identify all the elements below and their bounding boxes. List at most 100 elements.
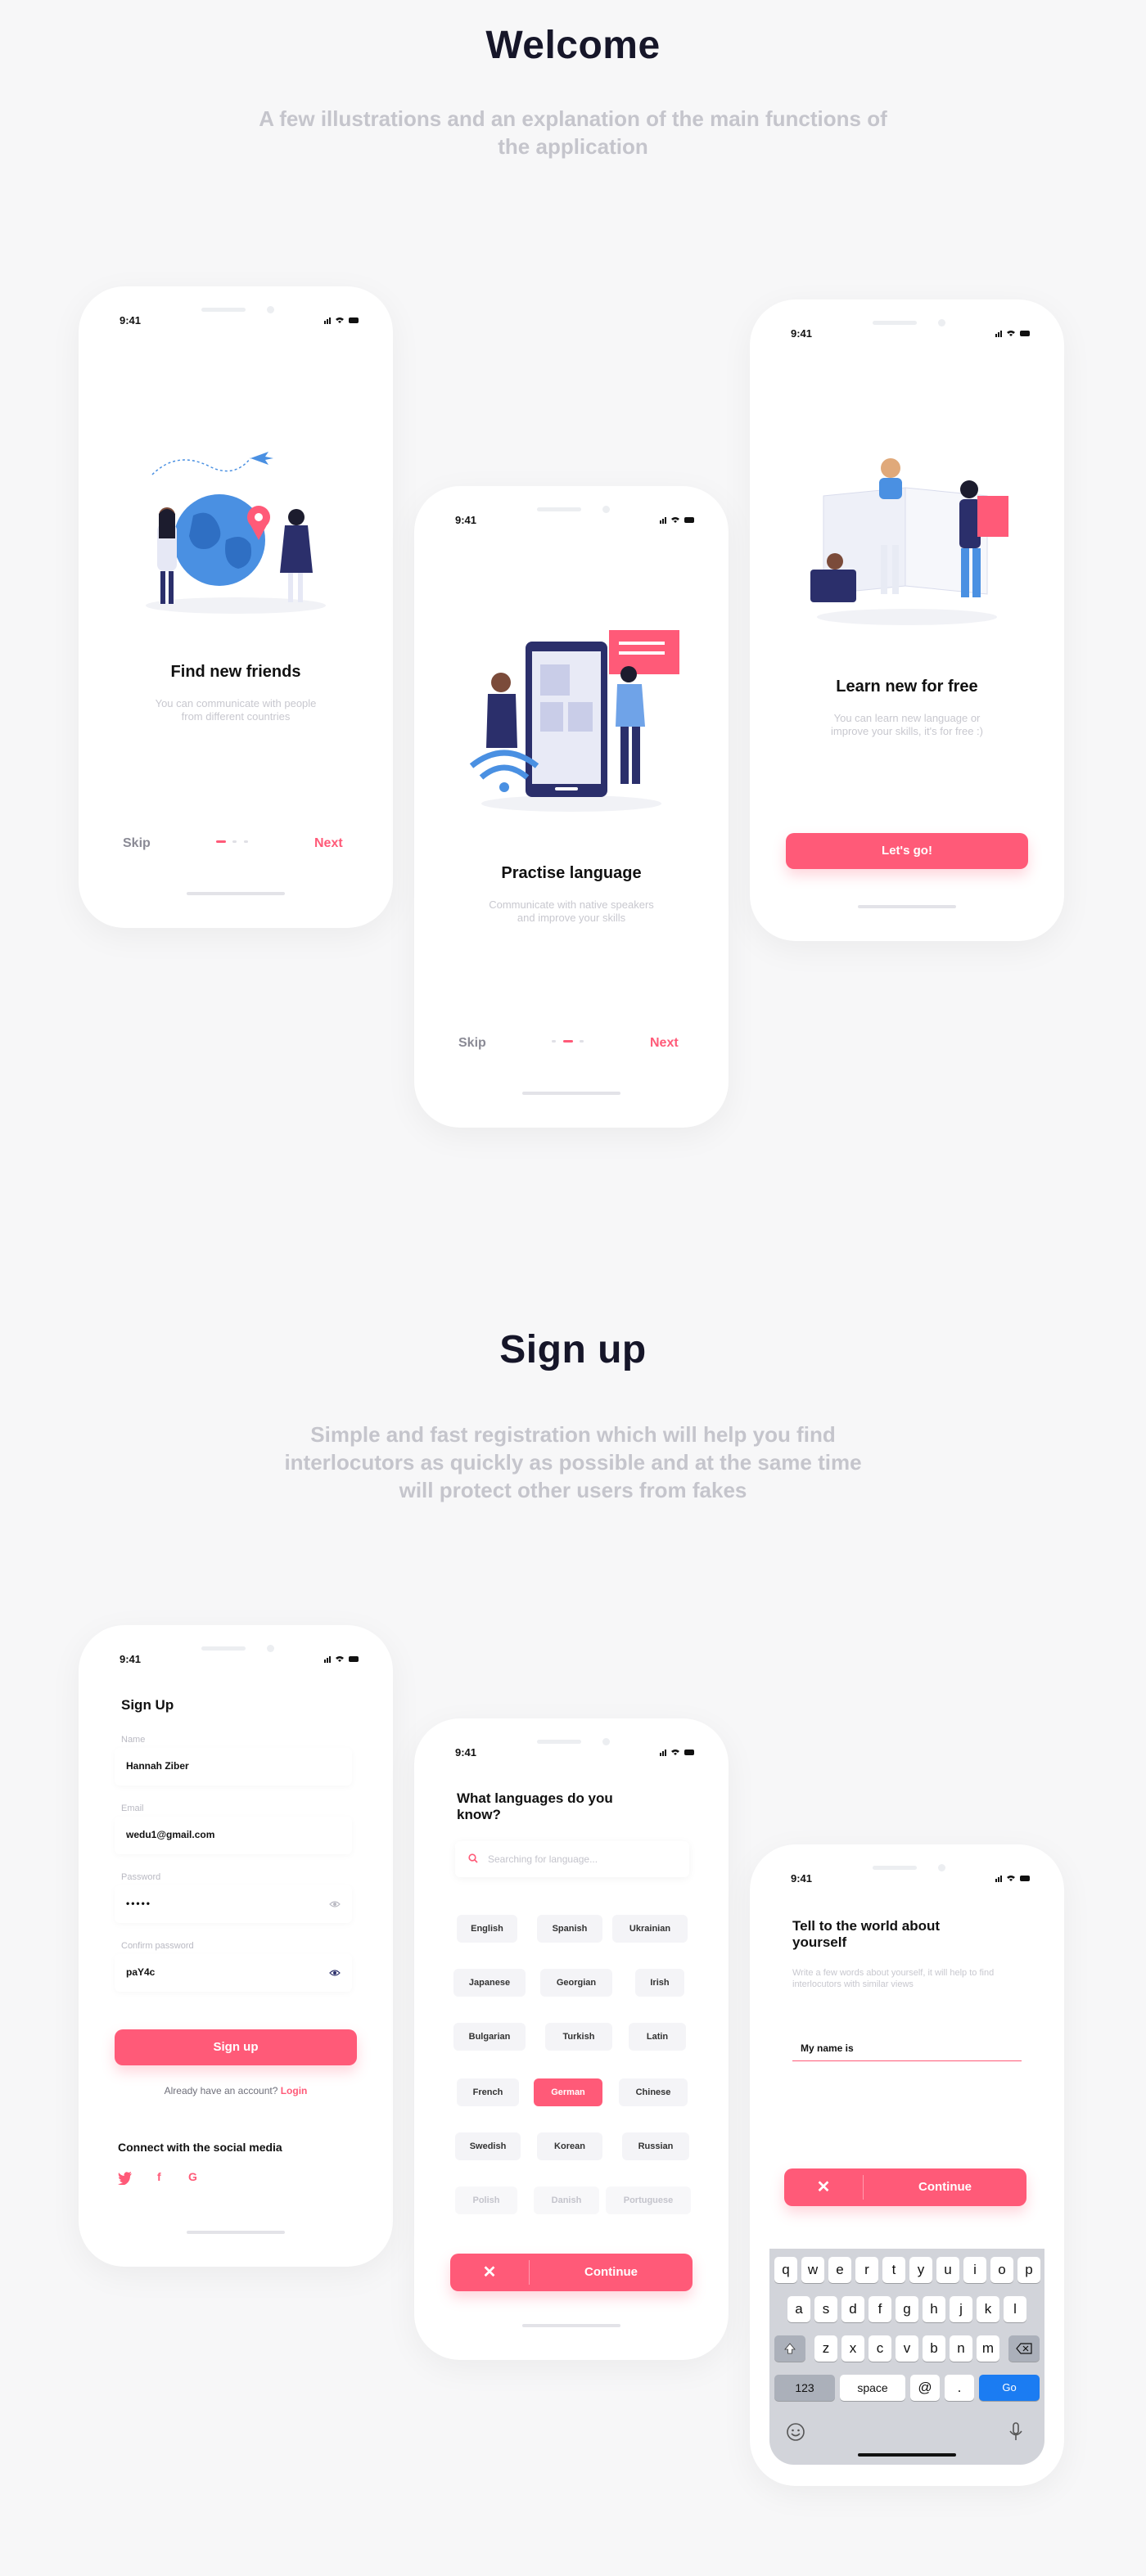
key[interactable]: m	[977, 2335, 999, 2362]
phone-speaker	[201, 1646, 246, 1651]
name-value: Hannah Ziber	[126, 1760, 189, 1772]
emoji-icon[interactable]	[786, 2422, 805, 2442]
language-chip[interactable]: Bulgarian	[453, 2023, 526, 2051]
name-field[interactable]: Hannah Ziber	[115, 1748, 352, 1786]
skip-button[interactable]: Skip	[458, 1036, 486, 1051]
phone-speaker	[537, 507, 581, 511]
onboarding-description: You can communicate with people from dif…	[155, 697, 317, 723]
key[interactable]: r	[855, 2257, 878, 2283]
home-indicator	[858, 905, 956, 908]
about-input[interactable]: My name is	[792, 2038, 1022, 2061]
language-chip[interactable]: Ukrainian	[612, 1915, 688, 1943]
eye-icon[interactable]	[329, 1969, 341, 1977]
key[interactable]: t	[882, 2257, 905, 2283]
language-chip[interactable]: Irish	[635, 1969, 684, 1997]
key[interactable]: a	[787, 2296, 810, 2322]
confirm-password-field[interactable]: paY4c	[115, 1954, 352, 1992]
language-chip[interactable]: Russian	[622, 2132, 689, 2160]
password-field[interactable]: •••••	[115, 1885, 352, 1923]
onboarding-phone-1: 9:41 Find new friends You can communicat…	[79, 286, 393, 928]
go-key[interactable]: Go	[979, 2375, 1040, 2401]
lets-go-button[interactable]: Let's go!	[786, 833, 1028, 869]
shift-key[interactable]	[774, 2335, 805, 2362]
language-chip[interactable]: Spanish	[537, 1915, 602, 1943]
close-button[interactable]: ✕	[450, 2254, 529, 2291]
key[interactable]: c	[869, 2335, 891, 2362]
facebook-icon[interactable]: f	[157, 2170, 161, 2183]
status-time: 9:41	[455, 1746, 477, 1759]
next-button[interactable]: Next	[314, 836, 343, 851]
signup-button[interactable]: Sign up	[115, 2029, 357, 2065]
backspace-key[interactable]	[1008, 2335, 1040, 2362]
language-chip[interactable]: Korean	[537, 2132, 602, 2160]
language-chip[interactable]: English	[457, 1915, 517, 1943]
eye-icon[interactable]	[329, 1900, 341, 1908]
email-value: wedu1@gmail.com	[126, 1829, 215, 1840]
key[interactable]: n	[950, 2335, 972, 2362]
skip-button[interactable]: Skip	[123, 836, 151, 851]
language-chip[interactable]: Japanese	[453, 1969, 526, 1997]
key[interactable]: d	[841, 2296, 864, 2322]
next-button[interactable]: Next	[650, 1036, 679, 1051]
key[interactable]: s	[814, 2296, 837, 2322]
status-icons	[660, 517, 694, 524]
numbers-key[interactable]: 123	[774, 2375, 835, 2401]
onboarding-phone-2: 9:41 Practise language Communicate with …	[414, 486, 729, 1128]
email-field[interactable]: wedu1@gmail.com	[115, 1817, 352, 1854]
google-icon[interactable]: G	[188, 2170, 197, 2183]
language-chip[interactable]: Latin	[629, 2023, 686, 2051]
keyboard: q w e r t y u i o p a s d f g h j k l z …	[769, 2249, 1044, 2465]
language-chip[interactable]: Portuguese	[606, 2186, 691, 2214]
signup-title: Sign Up	[121, 1697, 174, 1713]
at-key[interactable]: @	[910, 2375, 940, 2401]
home-indicator	[187, 892, 285, 895]
language-chip[interactable]: Turkish	[545, 2023, 612, 2051]
learning-illustration	[810, 458, 1008, 625]
key[interactable]: u	[936, 2257, 959, 2283]
key[interactable]: e	[828, 2257, 851, 2283]
space-key[interactable]: space	[840, 2375, 905, 2401]
twitter-icon[interactable]	[118, 2172, 133, 2185]
key[interactable]: q	[774, 2257, 797, 2283]
language-chip[interactable]: Georgian	[540, 1969, 612, 1997]
key[interactable]: o	[990, 2257, 1013, 2283]
phone-camera	[938, 1864, 945, 1871]
key[interactable]: x	[841, 2335, 864, 2362]
language-chip[interactable]: Danish	[534, 2186, 599, 2214]
home-indicator	[187, 2231, 285, 2234]
key[interactable]: k	[977, 2296, 999, 2322]
key[interactable]: f	[869, 2296, 891, 2322]
phone-camera	[267, 306, 274, 313]
close-button[interactable]: ✕	[784, 2168, 863, 2206]
shift-icon	[784, 2343, 796, 2354]
page-dot-active	[216, 840, 226, 843]
language-search-input[interactable]: Searching for language...	[455, 1841, 689, 1877]
language-chip[interactable]: Polish	[455, 2186, 517, 2214]
microphone-icon[interactable]	[1008, 2422, 1023, 2442]
page-dot	[580, 1040, 584, 1043]
login-link[interactable]: Login	[281, 2085, 308, 2096]
status-time: 9:41	[791, 327, 813, 340]
key[interactable]: l	[1004, 2296, 1026, 2322]
key[interactable]: b	[923, 2335, 945, 2362]
language-chip[interactable]: French	[457, 2078, 519, 2106]
key[interactable]: i	[963, 2257, 986, 2283]
key[interactable]: p	[1017, 2257, 1040, 2283]
key[interactable]: h	[923, 2296, 945, 2322]
password-value: •••••	[126, 1898, 152, 1909]
key[interactable]: y	[909, 2257, 932, 2283]
continue-button[interactable]: Continue	[530, 2254, 693, 2291]
about-description: Write a few words about yourself, it wil…	[792, 1968, 995, 1989]
language-chip[interactable]: Swedish	[455, 2132, 521, 2160]
onboarding-title: Practise language	[501, 864, 642, 882]
dot-key[interactable]: .	[945, 2375, 974, 2401]
page-dot-active	[563, 1040, 573, 1043]
key[interactable]: z	[814, 2335, 837, 2362]
key[interactable]: g	[896, 2296, 918, 2322]
key[interactable]: w	[801, 2257, 824, 2283]
key[interactable]: j	[950, 2296, 972, 2322]
key[interactable]: v	[896, 2335, 918, 2362]
language-chip-selected[interactable]: German	[534, 2078, 602, 2106]
continue-button[interactable]: Continue	[864, 2168, 1026, 2206]
language-chip[interactable]: Chinese	[619, 2078, 688, 2106]
